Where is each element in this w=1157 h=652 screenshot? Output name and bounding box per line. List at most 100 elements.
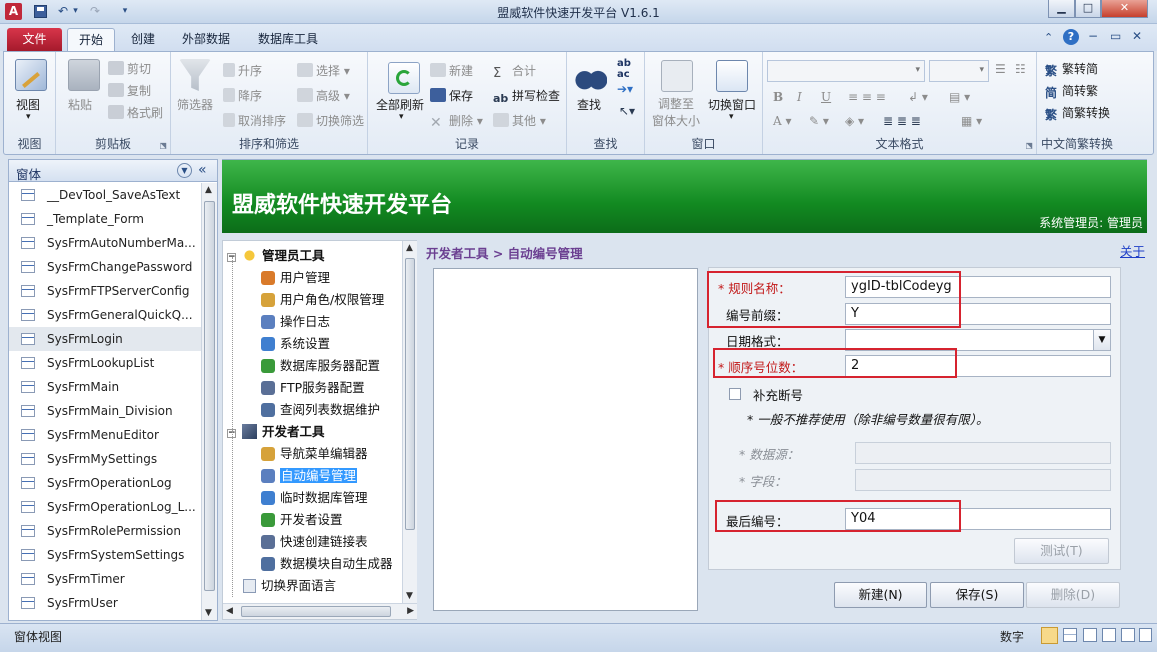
pivot-view-icon[interactable] (1121, 628, 1135, 642)
goto-icon[interactable]: ➔▾ (617, 82, 633, 96)
switch-window-dropdown-icon[interactable]: ▾ (729, 112, 734, 122)
underline-button[interactable]: U (821, 90, 831, 104)
scroll-down-icon[interactable]: ▼ (406, 591, 413, 601)
filter-icon[interactable] (179, 59, 211, 91)
minimize-button[interactable]: ▁ (1048, 0, 1075, 18)
nav-item[interactable]: SysFrmGeneralQuickQ... (9, 303, 201, 327)
close-link[interactable]: 关于 (1120, 241, 1145, 260)
tree-item[interactable]: 自动编号管理 (261, 465, 358, 484)
design-view-icon[interactable] (1102, 628, 1116, 642)
nav-item[interactable]: SysFrmOperationLog_L... (9, 495, 201, 519)
paste-icon[interactable] (68, 59, 100, 91)
tab-file[interactable]: 文件 (7, 28, 62, 51)
tree-vscrollbar[interactable]: ▲ ▼ (402, 241, 417, 603)
gridlines-icon[interactable]: ▦ ▾ (961, 114, 982, 128)
minimize-ribbon-icon[interactable]: ⌃ (1044, 31, 1053, 44)
scroll-right-icon[interactable]: ▶ (407, 606, 414, 616)
test-button[interactable]: 测试(T) (1014, 538, 1109, 564)
nav-item[interactable]: SysFrmRolePermission (9, 519, 201, 543)
tree-item[interactable]: 我的设置 (243, 597, 311, 601)
chevron-down-icon[interactable]: ▼ (1093, 330, 1110, 350)
switch-window-button[interactable]: 切换窗口 (708, 96, 756, 113)
tree-item[interactable]: 用户管理 (261, 267, 330, 286)
select-icon[interactable]: ↖▾ (619, 104, 635, 118)
trad-to-simp-button[interactable]: 繁繁转简 (1045, 60, 1098, 78)
view-button[interactable]: 视图 (16, 96, 40, 113)
nav-item[interactable]: SysFrmMain_Division (9, 399, 201, 423)
tab-home[interactable]: 开始 (67, 28, 115, 51)
tab-create[interactable]: 创建 (120, 28, 166, 51)
maximize-button[interactable]: □ (1075, 0, 1101, 18)
save-record-button[interactable]: 保存 (430, 87, 473, 104)
paste-button[interactable]: 粘贴 (68, 96, 92, 113)
font-name-dropdown[interactable]: ▾ (767, 60, 925, 82)
nav-item[interactable]: __DevTool_SaveAsText (9, 183, 201, 207)
bullet-list-icon[interactable]: ☰ (995, 62, 1006, 76)
view-dropdown-icon[interactable]: ▾ (26, 112, 31, 122)
fit-form-icon[interactable] (661, 60, 693, 92)
highlight-icon[interactable]: ✎ ▾ (809, 114, 829, 128)
nav-item[interactable]: SysFrmFTPServerConfig (9, 279, 201, 303)
tree-item[interactable]: FTP服务器配置 (261, 377, 365, 396)
bold-button[interactable]: B (773, 90, 783, 104)
tree-item[interactable]: 数据模块自动生成器 (261, 553, 393, 572)
tree-group[interactable]: − 开发者工具 (227, 421, 325, 440)
background-color-icon[interactable]: ▤ ▾ (949, 90, 970, 104)
find-button[interactable]: 查找 (577, 96, 601, 113)
rule-list[interactable] (433, 268, 698, 611)
tree-item[interactable]: 操作日志 (261, 311, 330, 330)
replace-icon[interactable]: ab ac (617, 58, 631, 80)
restore-doc-icon[interactable]: − (1088, 29, 1098, 43)
text-format-launcher-icon[interactable]: ⬔ (1025, 141, 1033, 150)
align-left-icon[interactable]: ≡ ≡ ≡ (848, 90, 886, 104)
nav-item[interactable]: SysFrmAutoNumberMa... (9, 231, 201, 255)
scroll-up-icon[interactable]: ▲ (406, 243, 413, 253)
new-button[interactable]: 新建(N) (834, 582, 927, 608)
nav-item[interactable]: SysFrmSystemSettings (9, 543, 201, 567)
refresh-dropdown-icon[interactable]: ▾ (399, 112, 404, 122)
nav-filter-dropdown-icon[interactable]: ▼ (177, 163, 192, 178)
descending-button[interactable]: 降序 (223, 87, 262, 104)
nav-item[interactable]: SysFrmUser (9, 591, 201, 615)
font-color-button[interactable]: A ▾ (773, 114, 792, 128)
save-button[interactable]: 保存(S) (930, 582, 1024, 608)
fill-gap-checkbox[interactable] (729, 388, 741, 400)
refresh-all-icon[interactable] (388, 62, 420, 94)
refresh-all-button[interactable]: 全部刷新 (376, 96, 424, 113)
close-button[interactable]: ✕ (1101, 0, 1148, 18)
tab-database-tools[interactable]: 数据库工具 (248, 28, 328, 51)
nav-item[interactable]: SysFrmLookupList (9, 351, 201, 375)
nav-item[interactable]: SysFrmChangePassword (9, 255, 201, 279)
tree-group[interactable]: − 管理员工具 (227, 245, 325, 264)
clipboard-launcher-icon[interactable]: ⬔ (159, 141, 167, 150)
fill-color-icon[interactable]: ◈ ▾ (845, 114, 864, 128)
restore-window-icon[interactable]: ▭ (1110, 29, 1121, 43)
nav-item[interactable]: SysFrmMySettings (9, 447, 201, 471)
tree-item[interactable]: 系统设置 (261, 333, 330, 352)
totals-button[interactable]: Σ 合计 (493, 62, 536, 81)
delete-button[interactable]: 删除(D) (1026, 582, 1120, 608)
field-field[interactable] (855, 469, 1111, 491)
simp-to-trad-button[interactable]: 简简转繁 (1045, 82, 1098, 100)
scroll-up-icon[interactable]: ▲ (205, 185, 212, 195)
pivot-chart-icon[interactable] (1139, 628, 1152, 642)
nav-item[interactable]: SysFrmMain (9, 375, 201, 399)
font-size-dropdown[interactable]: ▾ (929, 60, 989, 82)
remove-sort-button[interactable]: 取消排序 (223, 112, 286, 129)
layout-view-icon[interactable] (1083, 628, 1097, 642)
nav-scrollbar[interactable]: ▲ ▼ (201, 183, 217, 620)
nav-item[interactable]: SysFrmMenuEditor (9, 423, 201, 447)
italic-button[interactable]: I (797, 90, 802, 104)
nav-item[interactable]: SysFrmOperationLog (9, 471, 201, 495)
help-icon[interactable]: ? (1063, 29, 1079, 45)
tab-external-data[interactable]: 外部数据 (172, 28, 240, 51)
text-align-icons[interactable]: ≣ ≣ ≣ (883, 114, 921, 128)
scroll-down-icon[interactable]: ▼ (205, 608, 212, 618)
tree-item[interactable]: 快速创建链接表 (261, 531, 368, 550)
tree-item[interactable]: 切换界面语言 (243, 575, 336, 594)
delete-record-button[interactable]: ✕ 删除 ▾ (430, 112, 483, 131)
new-record-button[interactable]: 新建 (430, 62, 473, 79)
binoculars-icon[interactable] (575, 61, 607, 93)
datasheet-view-icon[interactable] (1063, 628, 1077, 642)
tree-item[interactable]: 导航菜单编辑器 (261, 443, 368, 462)
